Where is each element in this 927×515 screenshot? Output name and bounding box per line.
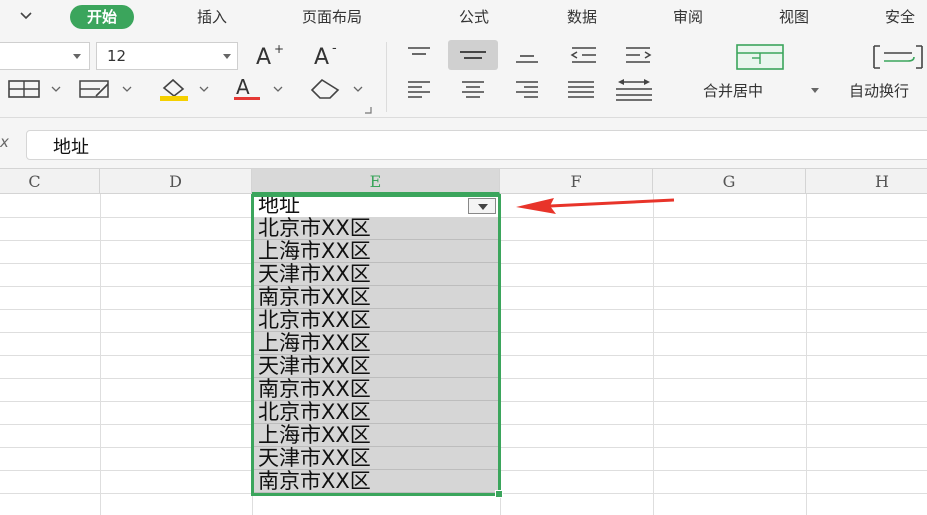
align-bottom-icon[interactable] bbox=[512, 44, 542, 66]
align-middle-icon bbox=[460, 51, 486, 59]
justify-icon[interactable] bbox=[566, 78, 596, 100]
fill-handle[interactable] bbox=[495, 490, 503, 498]
font-size-select[interactable]: 12 bbox=[96, 42, 238, 70]
tab-page-layout[interactable]: 页面布局 bbox=[302, 6, 362, 28]
chevron-down-icon bbox=[73, 54, 81, 59]
column-header-d[interactable]: D bbox=[100, 169, 252, 194]
tab-home[interactable]: 开始 bbox=[70, 5, 135, 29]
merge-center-button[interactable]: 合并居中 bbox=[703, 80, 763, 101]
spreadsheet-grid[interactable]: 地址 北京市XX区 上海市XX区 天津市XX区 南京市XX区 北京市XX区 上海… bbox=[0, 194, 927, 515]
column-header-h[interactable]: H bbox=[806, 169, 927, 194]
home-toolbar: 12 A + A - A 合并居中 自动换行 bbox=[0, 34, 927, 118]
tab-review[interactable]: 审阅 bbox=[673, 6, 703, 28]
font-dialog-launcher-icon[interactable] bbox=[364, 106, 372, 114]
font-color-letter: A bbox=[236, 76, 250, 99]
fx-icon[interactable]: x bbox=[0, 133, 9, 151]
svg-text:A: A bbox=[256, 45, 271, 70]
increase-font-size-icon[interactable]: A + bbox=[254, 42, 290, 70]
selection-border bbox=[251, 194, 501, 496]
svg-text:-: - bbox=[332, 42, 337, 56]
fill-color-icon[interactable] bbox=[156, 76, 214, 102]
decrease-font-size-icon[interactable]: A - bbox=[312, 42, 348, 70]
align-right-icon[interactable] bbox=[512, 78, 542, 100]
tab-view[interactable]: 视图 bbox=[779, 6, 809, 28]
align-top-icon[interactable] bbox=[404, 44, 434, 66]
ribbon-collapse-icon[interactable] bbox=[18, 8, 34, 24]
clear-format-icon[interactable] bbox=[308, 76, 368, 102]
column-header-g[interactable]: G bbox=[653, 169, 806, 194]
tab-insert[interactable]: 插入 bbox=[197, 6, 227, 28]
column-header-f[interactable]: F bbox=[500, 169, 653, 194]
font-size-value: 12 bbox=[107, 47, 127, 65]
annotation-arrow-icon bbox=[516, 198, 675, 214]
decrease-indent-icon[interactable] bbox=[566, 44, 600, 66]
cell-style-icon[interactable] bbox=[78, 78, 136, 100]
tab-security[interactable]: 安全 bbox=[885, 6, 915, 28]
ribbon-tabbar: 开始 插入 页面布局 公式 数据 审阅 视图 安全 bbox=[0, 0, 927, 34]
font-color-icon[interactable]: A bbox=[232, 76, 290, 102]
formula-input[interactable]: 地址 bbox=[26, 130, 927, 160]
tab-formulas[interactable]: 公式 bbox=[459, 6, 489, 28]
svg-text:A: A bbox=[314, 45, 329, 70]
chevron-down-icon bbox=[223, 54, 231, 59]
increase-indent-icon[interactable] bbox=[622, 44, 656, 66]
formula-value: 地址 bbox=[53, 137, 89, 158]
column-header-e[interactable]: E bbox=[252, 169, 500, 194]
column-header-c[interactable]: C bbox=[0, 169, 100, 194]
column-headers: C D E F G H bbox=[0, 168, 927, 194]
formula-bar: x 地址 bbox=[0, 118, 927, 168]
font-name-select[interactable] bbox=[0, 42, 90, 70]
borders-icon[interactable] bbox=[8, 78, 62, 100]
wrap-text-button[interactable]: 自动换行 bbox=[849, 80, 909, 101]
align-center-icon[interactable] bbox=[458, 78, 488, 100]
chevron-down-icon[interactable] bbox=[811, 88, 819, 93]
distributed-align-icon[interactable] bbox=[614, 76, 654, 102]
align-left-icon[interactable] bbox=[404, 78, 434, 100]
tab-data[interactable]: 数据 bbox=[567, 6, 597, 28]
wrap-text-icon[interactable] bbox=[870, 42, 926, 72]
align-middle-button[interactable] bbox=[448, 40, 498, 70]
svg-text:+: + bbox=[274, 42, 284, 56]
merge-center-icon[interactable] bbox=[734, 42, 786, 72]
